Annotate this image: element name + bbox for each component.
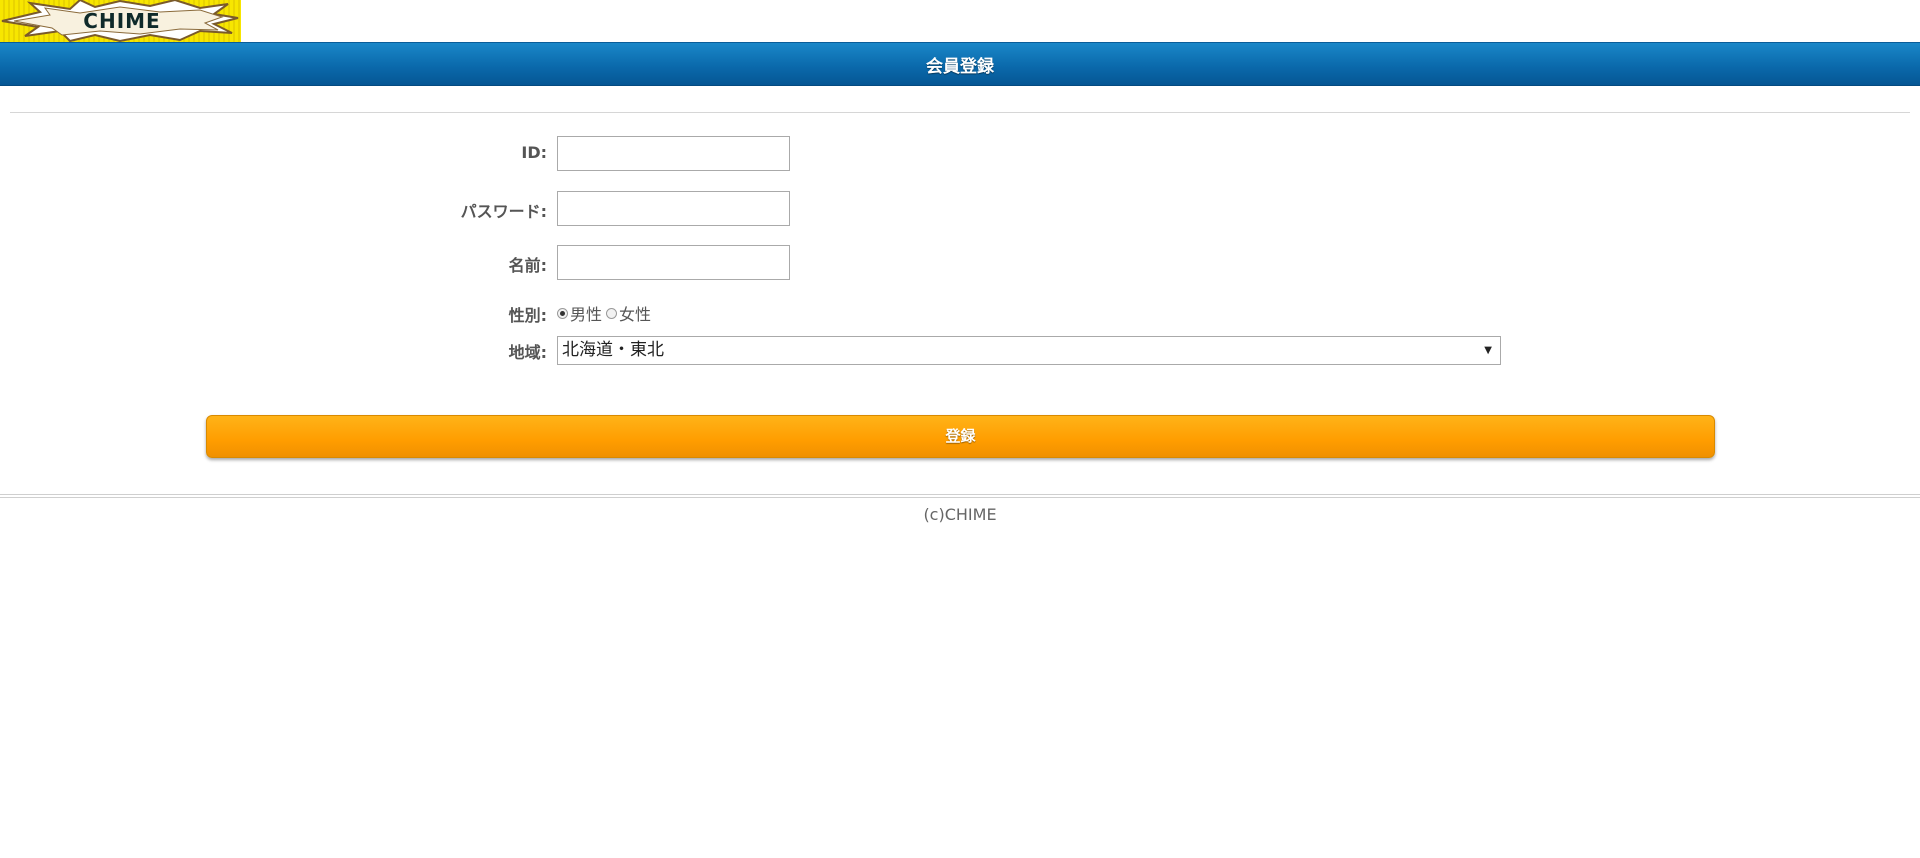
- region-label: 地域:: [508, 343, 547, 362]
- name-label: 名前:: [508, 256, 547, 275]
- footer-divider: [0, 494, 1920, 498]
- chime-logo[interactable]: CHIME: [0, 0, 241, 42]
- male-radio[interactable]: [557, 307, 568, 319]
- page-title: 会員登録: [926, 56, 994, 77]
- register-button[interactable]: 登録: [206, 415, 1715, 458]
- gender-label: 性別:: [508, 306, 547, 325]
- id-input[interactable]: [557, 136, 790, 171]
- female-radio[interactable]: [606, 307, 618, 319]
- form-divider: [10, 112, 1910, 113]
- region-selected-value: 北海道・東北: [562, 340, 664, 360]
- gender-option-female[interactable]: 女性: [606, 301, 651, 325]
- logo-text: CHIME: [83, 9, 161, 33]
- gender-option-male[interactable]: 男性: [557, 301, 602, 325]
- password-label: パスワード:: [460, 202, 547, 221]
- footer-copyright: (c)CHIME: [923, 505, 997, 524]
- gender-radio-group: 男性 女性: [557, 302, 655, 324]
- page-header: 会員登録: [0, 42, 1920, 86]
- female-radio-label[interactable]: 女性: [619, 301, 651, 325]
- male-radio-label[interactable]: 男性: [570, 301, 602, 325]
- top-bar: CHIME: [0, 0, 1920, 42]
- region-select[interactable]: 北海道・東北 ▼: [557, 336, 1501, 365]
- id-label: ID:: [521, 143, 547, 162]
- password-input[interactable]: [557, 191, 790, 226]
- dropdown-arrow-icon: ▼: [1484, 345, 1492, 356]
- name-input[interactable]: [557, 245, 790, 280]
